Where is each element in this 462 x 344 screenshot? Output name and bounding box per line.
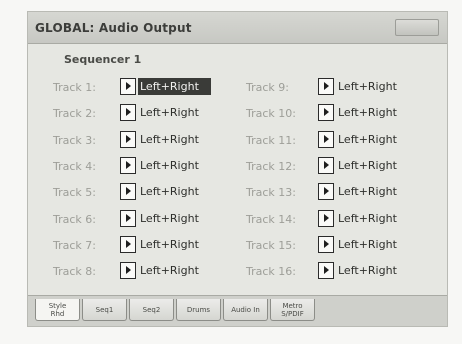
track-label: Track 1: [53,81,96,94]
track-row: Track 4: Left+Right [53,156,233,177]
output-dropdown-arrow-icon[interactable] [120,156,136,174]
track-label: Track 3: [53,133,96,147]
output-dropdown-arrow-icon[interactable] [318,183,334,201]
track-row: Track 15: Left+Right [246,235,426,256]
output-dropdown-value[interactable]: Left+Right [336,183,406,200]
track-row: Track 3: Left+Right [53,130,233,151]
output-dropdown-value[interactable]: Left+Right [138,131,208,148]
output-dropdown-value[interactable]: Left+Right [138,262,208,279]
track-label: Track 10: [246,107,296,121]
output-dropdown-arrow-icon[interactable] [120,262,136,280]
output-dropdown-value[interactable]: Left+Right [336,131,406,148]
page-menu-button[interactable] [395,19,439,36]
track-label: Track 16: [246,265,296,279]
tab-3[interactable]: Seq2 [129,299,174,321]
tab-4[interactable]: Drums [176,299,221,321]
page-title: GLOBAL: Audio Output [35,21,192,35]
output-dropdown-arrow-icon[interactable] [120,209,136,227]
output-dropdown-arrow-icon[interactable] [120,78,136,95]
track-label: Track 13: [246,186,296,200]
output-dropdown-arrow-icon[interactable] [318,209,334,227]
track-label: Track 14: [246,212,296,226]
output-dropdown-arrow-icon[interactable] [318,262,334,280]
output-dropdown-value[interactable]: Left+Right [336,262,406,279]
track-row: Track 11: Left+Right [246,130,426,151]
output-dropdown-value[interactable]: Left+Right [336,157,406,174]
track-label: Track 8: [53,265,96,279]
track-label: Track 5: [53,186,96,200]
output-dropdown-arrow-icon[interactable] [120,183,136,201]
track-label: Track 6: [53,212,96,226]
output-dropdown-value[interactable]: Left+Right [138,236,208,253]
track-row: Track 1: Left+Right [53,78,233,98]
output-dropdown-value[interactable]: Left+Right [336,78,406,95]
output-dropdown-value[interactable]: Left+Right [336,236,406,253]
track-label: Track 2: [53,107,96,121]
track-label: Track 12: [246,159,296,173]
tab-6[interactable]: Metro S/PDIF [270,299,315,321]
track-row: Track 16: Left+Right [246,262,426,282]
track-row: Track 8: Left+Right [53,262,233,282]
track-row: Track 10: Left+Right [246,104,426,124]
track-row: Track 13: Left+Right [246,183,426,203]
output-dropdown-value[interactable]: Left+Right [138,183,208,200]
output-dropdown-arrow-icon[interactable] [120,235,136,253]
output-dropdown-value[interactable]: Left+Right [138,157,208,174]
track-row: Track 14: Left+Right [246,209,426,230]
global-audio-output-screen: GLOBAL: Audio Output Sequencer 1 Track 1… [27,11,448,327]
output-dropdown-arrow-icon[interactable] [318,156,334,174]
tab-5[interactable]: Audio In [223,299,268,321]
track-row: Track 7: Left+Right [53,235,233,256]
output-dropdown-arrow-icon[interactable] [318,104,334,122]
tab-bar: Style Rhd Seq1 Seq2 Drums Audio In Metro S/PD… [28,295,447,326]
output-dropdown-arrow-icon[interactable] [120,130,136,148]
track-label: Track 4: [53,159,96,173]
track-row: Track 2: Left+Right [53,104,233,124]
track-label: Track 7: [53,238,96,252]
section-label: Sequencer 1 [64,53,142,66]
track-row: Track 6: Left+Right [53,209,233,230]
output-dropdown-arrow-icon[interactable] [318,78,334,95]
tab-2[interactable]: Seq1 [82,299,127,321]
output-dropdown-value[interactable]: Left+Right [336,210,406,227]
output-dropdown-value[interactable]: Left+Right [138,104,208,121]
output-dropdown-value[interactable]: Left+Right [138,78,211,95]
track-label: Track 15: [246,238,296,252]
output-dropdown-arrow-icon[interactable] [318,235,334,253]
tab-1[interactable]: Style Rhd [35,299,80,321]
output-dropdown-value[interactable]: Left+Right [336,104,406,121]
track-row: Track 9: Left+Right [246,78,426,98]
track-label: Track 11: [246,133,296,147]
track-label: Track 9: [246,81,289,94]
title-bar: GLOBAL: Audio Output [28,12,447,44]
track-row: Track 5: Left+Right [53,183,233,203]
output-dropdown-value[interactable]: Left+Right [138,210,208,227]
track-row: Track 12: Left+Right [246,156,426,177]
output-dropdown-arrow-icon[interactable] [318,130,334,148]
output-dropdown-arrow-icon[interactable] [120,104,136,122]
